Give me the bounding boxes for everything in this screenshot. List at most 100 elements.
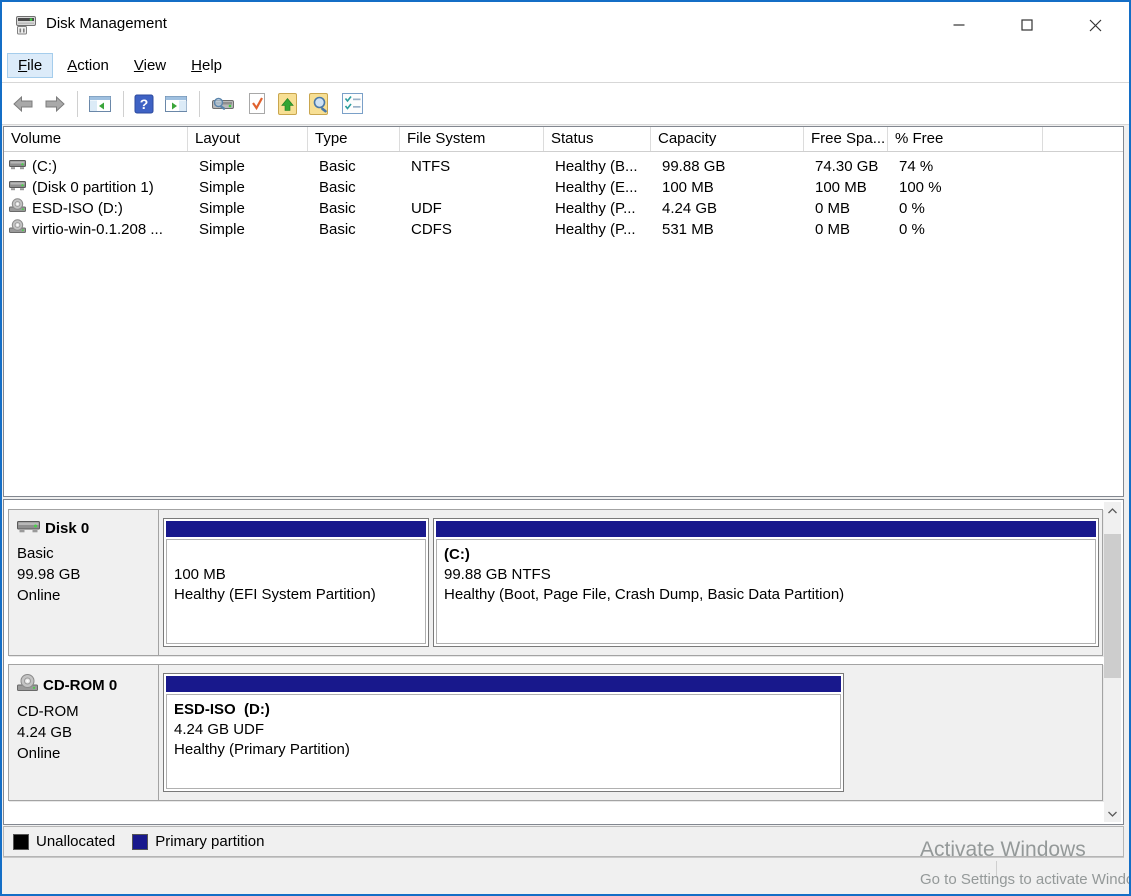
partition-status: Healthy (EFI System Partition) (174, 585, 425, 605)
cell-status: Healthy (E... (544, 177, 651, 198)
menu-view[interactable]: View (123, 53, 177, 78)
vertical-scrollbar[interactable] (1104, 502, 1121, 822)
disk-status: Online (17, 743, 158, 764)
column-header-layout[interactable]: Layout (188, 127, 308, 151)
volume-name: (Disk 0 partition 1) (32, 177, 154, 198)
cell-file-system: CDFS (400, 219, 544, 240)
column-header-status[interactable]: Status (544, 127, 651, 151)
partition-d-esd-iso[interactable]: ESD-ISO (D:) 4.24 GB UDF Healthy (Primar… (163, 673, 844, 792)
volumes-list-header: Volume Layout Type File System Status Ca… (4, 127, 1123, 152)
cell-free-space: 100 MB (804, 177, 888, 198)
cd-rom-0-label-panel[interactable]: CD-ROM 0 CD-ROM 4.24 GB Online (9, 665, 159, 800)
column-header-percent-free[interactable]: % Free (888, 127, 1043, 151)
show-console-tree-icon[interactable] (85, 92, 115, 116)
cell-status: Healthy (B... (544, 156, 651, 177)
menu-action[interactable]: Action (56, 53, 120, 78)
scrollbar-thumb[interactable] (1104, 534, 1121, 678)
cell-type: Basic (308, 219, 400, 240)
toolbar-separator (199, 91, 200, 117)
cd-icon (9, 198, 27, 219)
partition-c[interactable]: (C:) 99.88 GB NTFS Healthy (Boot, Page F… (433, 518, 1099, 647)
cell-free-space: 74.30 GB (804, 156, 888, 177)
cell-percent-free: 0 % (888, 198, 1043, 219)
primary-partition-swatch (132, 834, 148, 850)
drive-icon (9, 177, 27, 198)
cell-layout: Simple (188, 198, 308, 219)
cell-file-system: NTFS (400, 156, 544, 177)
maximize-button[interactable] (993, 2, 1061, 48)
cell-layout: Simple (188, 177, 308, 198)
menu-bar: File Action View Help (2, 48, 1129, 83)
cd-rom-0-partitions: ESD-ISO (D:) 4.24 GB UDF Healthy (Primar… (159, 665, 1102, 800)
table-row[interactable]: (Disk 0 partition 1) Simple Basic Health… (4, 177, 1123, 198)
disk-type: Basic (17, 543, 158, 564)
cell-status: Healthy (P... (544, 198, 651, 219)
cell-type: Basic (308, 156, 400, 177)
cell-percent-free: 100 % (888, 177, 1043, 198)
volumes-list-body: (C:) Simple Basic NTFS Healthy (B... 99.… (4, 152, 1123, 240)
unallocated-swatch (13, 834, 29, 850)
cd-rom-icon (17, 674, 39, 696)
partition-status: Healthy (Boot, Page File, Crash Dump, Ba… (444, 585, 1095, 605)
drive-icon (9, 156, 27, 177)
disk-icon (17, 519, 41, 538)
column-header-type[interactable]: Type (308, 127, 400, 151)
partition-color-band (166, 521, 426, 537)
partition-name (174, 545, 425, 565)
cell-layout: Simple (188, 156, 308, 177)
help-icon[interactable]: ? (131, 92, 157, 116)
cell-status: Healthy (P... (544, 219, 651, 240)
graphical-view: Disk 0 Basic 99.98 GB Online 100 MB Heal… (3, 499, 1124, 825)
explore-folder-search-icon[interactable] (305, 90, 334, 118)
volume-name: virtio-win-0.1.208 ... (32, 219, 163, 240)
cell-capacity: 4.24 GB (651, 198, 804, 219)
toolbar-separator (123, 91, 124, 117)
menu-file[interactable]: File (7, 53, 53, 78)
status-bar-divider (996, 861, 997, 876)
minimize-button[interactable] (925, 2, 993, 48)
partition-name: (C:) (444, 545, 1095, 565)
cell-percent-free: 0 % (888, 219, 1043, 240)
cell-type: Basic (308, 198, 400, 219)
table-row[interactable]: virtio-win-0.1.208 ... Simple Basic CDFS… (4, 219, 1123, 240)
properties-list-icon[interactable] (338, 90, 367, 117)
column-header-free-space[interactable]: Free Spa... (804, 127, 888, 151)
back-icon[interactable] (9, 93, 37, 115)
scroll-up-icon[interactable] (1104, 502, 1121, 519)
cell-capacity: 531 MB (651, 219, 804, 240)
disk-management-window: Disk Management File Action View Help (0, 0, 1131, 896)
menu-help[interactable]: Help (180, 53, 233, 78)
toolbar-separator (77, 91, 78, 117)
cd-rom-0-row: CD-ROM 0 CD-ROM 4.24 GB Online ESD-ISO (… (8, 664, 1103, 801)
forward-icon[interactable] (41, 93, 69, 115)
column-header-capacity[interactable]: Capacity (651, 127, 804, 151)
cell-capacity: 100 MB (651, 177, 804, 198)
cell-capacity: 99.88 GB (651, 156, 804, 177)
cd-icon (9, 219, 27, 240)
show-action-pane-icon[interactable] (161, 92, 191, 116)
scroll-down-icon[interactable] (1104, 805, 1121, 822)
disk-size: 4.24 GB (17, 722, 158, 743)
table-row[interactable]: (C:) Simple Basic NTFS Healthy (B... 99.… (4, 156, 1123, 177)
legend-label: Unallocated (36, 833, 115, 850)
open-folder-up-icon[interactable] (274, 90, 301, 118)
legend-item-primary-partition: Primary partition (132, 833, 264, 850)
title-bar[interactable]: Disk Management (2, 2, 1129, 48)
rescan-disks-icon[interactable] (207, 92, 240, 116)
disk-name: CD-ROM 0 (43, 677, 117, 694)
close-button[interactable] (1061, 2, 1129, 48)
check-volume-icon[interactable] (244, 90, 270, 117)
cell-type: Basic (308, 177, 400, 198)
column-header-volume[interactable]: Volume (4, 127, 188, 151)
table-row[interactable]: ESD-ISO (D:) Simple Basic UDF Healthy (P… (4, 198, 1123, 219)
legend-bar: Unallocated Primary partition (3, 826, 1124, 857)
column-header-empty[interactable] (1043, 127, 1123, 151)
disk-size: 99.98 GB (17, 564, 158, 585)
partition-size: 4.24 GB UDF (174, 720, 840, 740)
column-header-file-system[interactable]: File System (400, 127, 544, 151)
cell-percent-free: 74 % (888, 156, 1043, 177)
disk-0-label-panel[interactable]: Disk 0 Basic 99.98 GB Online (9, 510, 159, 655)
partition-color-band (436, 521, 1096, 537)
volumes-list: Volume Layout Type File System Status Ca… (3, 126, 1124, 497)
partition-efi-system[interactable]: 100 MB Healthy (EFI System Partition) (163, 518, 429, 647)
